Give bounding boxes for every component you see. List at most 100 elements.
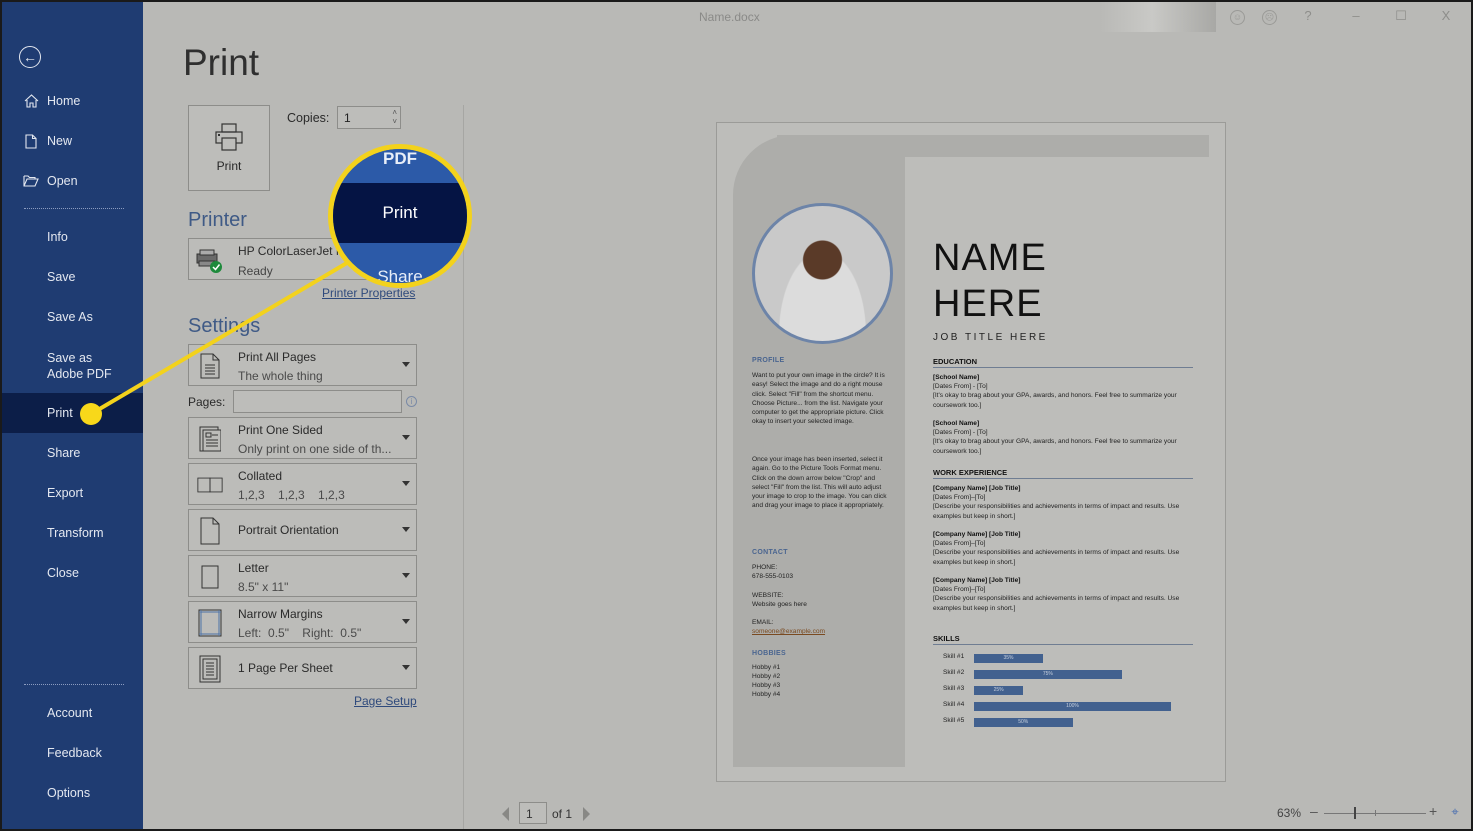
pages-label: Pages: <box>188 395 226 409</box>
printer-name: HP ColorLaserJet M <box>238 244 346 258</box>
sidebar-item-transform[interactable]: Transform <box>2 513 143 553</box>
page-title: Print <box>183 42 260 83</box>
frown-feedback-icon[interactable]: ☹ <box>1262 10 1277 25</box>
zoom-out-button[interactable]: – <box>1310 803 1318 819</box>
printer-status: Ready <box>238 264 273 278</box>
education-dates: [Dates From] - [To] <box>933 383 988 391</box>
page-setup-link[interactable]: Page Setup <box>354 694 417 708</box>
collation-dropdown[interactable]: Collated 1,2,3 1,2,3 1,2,3 <box>188 463 417 505</box>
copies-value: 1 <box>344 111 351 125</box>
print-range-dropdown[interactable]: Print All Pages The whole thing <box>188 344 417 386</box>
sidebar-item-save-as-adobe-pdf[interactable]: Save as Adobe PDF <box>2 344 143 388</box>
callout-dot <box>80 403 102 425</box>
sidebar-item-close[interactable]: Close <box>2 553 143 593</box>
spin-up-icon[interactable]: ˄ <box>392 108 397 117</box>
dropdown-title: Letter <box>238 561 269 575</box>
phone-label: PHONE: <box>752 564 778 571</box>
zoom-slider-center-tick <box>1375 810 1376 816</box>
page-number-input[interactable]: 1 <box>519 802 547 824</box>
sidebar-item-label: Open <box>47 174 78 188</box>
skill-label: Skill #3 <box>943 685 965 692</box>
back-button[interactable]: ← <box>19 46 41 68</box>
chevron-down-icon <box>402 665 410 670</box>
dropdown-subtitle: 8.5" x 11" <box>238 580 289 594</box>
work-dates: [Dates From]–[To] <box>933 494 986 502</box>
sidebar-item-label: Save <box>47 270 76 284</box>
education-dates: [Dates From] - [To] <box>933 429 988 437</box>
zoom-in-button[interactable]: + <box>1429 803 1437 819</box>
pages-per-sheet-dropdown[interactable]: 1 Page Per Sheet <box>188 647 417 689</box>
orientation-dropdown[interactable]: Portrait Orientation <box>188 509 417 551</box>
printer-properties-link[interactable]: Printer Properties <box>322 286 415 300</box>
chevron-down-icon <box>402 619 410 624</box>
next-page-button[interactable] <box>583 807 590 821</box>
sidebar-item-options[interactable]: Options <box>2 773 143 813</box>
account-area[interactable] <box>1100 2 1216 32</box>
zoom-level[interactable]: 63% <box>1277 806 1301 820</box>
previous-page-button[interactable] <box>502 807 509 821</box>
copies-input[interactable]: 1 ˄ ˅ <box>337 106 401 129</box>
sidebar-item-home[interactable]: Home <box>2 81 143 121</box>
sidebar-item-share[interactable]: Share <box>2 433 143 473</box>
sidebar-item-export[interactable]: Export <box>2 473 143 513</box>
sidebar-item-save[interactable]: Save <box>2 257 143 297</box>
close-window-button[interactable]: X <box>1436 8 1456 23</box>
smile-feedback-icon[interactable]: ☺ <box>1230 10 1245 25</box>
hobby-item: Hobby #3 <box>752 682 781 689</box>
spin-down-icon[interactable]: ˅ <box>392 117 397 126</box>
work-title: [Company Name] [Job Title] <box>933 577 1021 584</box>
dropdown-subtitle: The whole thing <box>238 369 323 383</box>
sidebar-item-account[interactable]: Account <box>2 693 143 733</box>
sidebar-item-label: Transform <box>47 526 104 540</box>
profile-text-1: Want to put your own image in the circle… <box>752 372 885 426</box>
minimize-button[interactable]: – <box>1346 8 1366 23</box>
skill-label: Skill #1 <box>943 653 965 660</box>
margins-icon <box>197 609 223 637</box>
dropdown-title: 1 Page Per Sheet <box>238 661 333 675</box>
dropdown-subtitle: Only print on one side of th... <box>238 442 392 456</box>
hobby-item: Hobby #2 <box>752 673 781 680</box>
print-button[interactable]: Print <box>188 105 270 191</box>
sidebar-item-info[interactable]: Info <box>2 217 143 257</box>
sidebar-item-label: Feedback <box>47 746 102 760</box>
sidebar-item-label: Save As <box>47 310 93 324</box>
pages-per-sheet-icon <box>197 655 223 683</box>
open-folder-icon <box>22 175 40 187</box>
skill-bar: 35% <box>974 654 1043 663</box>
settings-heading: Settings <box>188 315 261 337</box>
sidebar-item-label: Info <box>47 230 68 244</box>
maximize-button[interactable]: ☐ <box>1391 8 1411 24</box>
info-icon[interactable]: i <box>406 396 417 407</box>
portrait-icon <box>197 517 223 545</box>
callout-magnifier: PDF Print Share <box>328 144 472 288</box>
sidebar-item-open[interactable]: Open <box>2 161 143 201</box>
sidebar-item-save-as[interactable]: Save As <box>2 297 143 337</box>
paper-size-dropdown[interactable]: Letter 8.5" x 11" <box>188 555 417 597</box>
chevron-down-icon <box>402 573 410 578</box>
pages-input[interactable] <box>233 390 402 413</box>
sidebar-item-new[interactable]: New <box>2 121 143 161</box>
page-count: of 1 <box>552 807 573 821</box>
copies-spinner[interactable]: ˄ ˅ <box>392 108 397 126</box>
skills-heading: SKILLS <box>933 634 1193 645</box>
sidebar-item-feedback[interactable]: Feedback <box>2 733 143 773</box>
zoom-to-page-icon[interactable]: ⌖ <box>1448 805 1462 819</box>
skill-bar: 25% <box>974 686 1024 695</box>
margins-dropdown[interactable]: Narrow Margins Left: 0.5" Right: 0.5" <box>188 601 417 643</box>
sidebar-item-label: Save as Adobe PDF <box>47 351 112 381</box>
help-button[interactable]: ? <box>1298 8 1318 23</box>
work-desc: [Describe your responsibilities and achi… <box>933 549 1180 566</box>
sidebar-item-label: Export <box>47 486 84 500</box>
phone-value: 678-555-0103 <box>752 573 794 580</box>
work-entry: [Company Name] [Job Title] [Dates From]–… <box>933 484 1193 521</box>
sides-dropdown[interactable]: Print One Sided Only print on one side o… <box>188 417 417 459</box>
sidebar-item-print[interactable]: Print <box>2 393 143 433</box>
zoom-slider-thumb[interactable] <box>1354 807 1356 819</box>
chevron-down-icon <box>402 527 410 532</box>
work-heading: WORK EXPERIENCE <box>933 468 1193 479</box>
paper-size-icon <box>197 563 223 591</box>
profile-heading: PROFILE <box>752 357 785 364</box>
document-title: Name.docx <box>699 10 760 24</box>
education-entry: [School Name] [Dates From] - [To] [It's … <box>933 419 1193 456</box>
school-name: [School Name] <box>933 374 980 381</box>
